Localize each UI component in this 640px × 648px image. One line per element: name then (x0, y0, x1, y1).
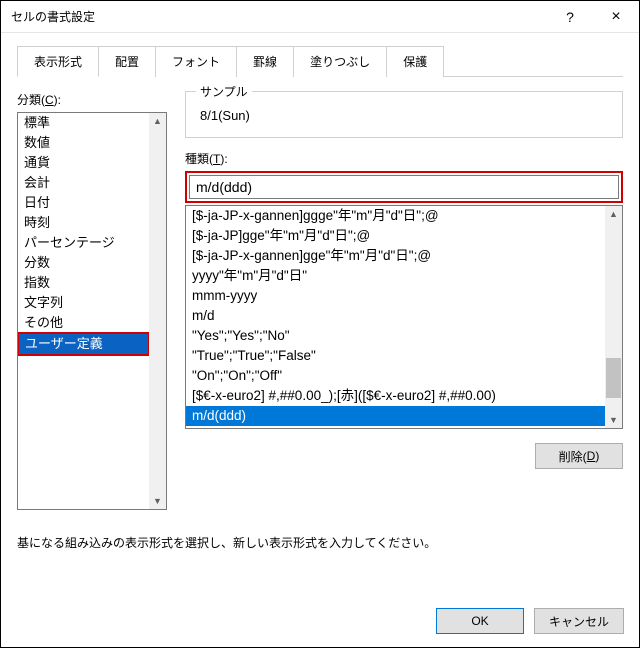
help-button[interactable]: ? (547, 1, 593, 33)
close-button[interactable]: × (593, 1, 639, 33)
window-title: セルの書式設定 (11, 8, 547, 25)
tab-4[interactable]: 塗りつぶし (293, 46, 387, 77)
type-list-item[interactable]: m/d(ddd) (186, 406, 605, 426)
type-list[interactable]: [$-ja-JP-x-gannen]ggge"年"m"月"d"日";@[$-ja… (185, 205, 623, 429)
category-item[interactable]: 通貨 (18, 153, 149, 173)
titlebar: セルの書式設定 ? × (1, 1, 639, 33)
category-item[interactable]: 日付 (18, 193, 149, 213)
type-list-item[interactable]: "On";"On";"Off" (186, 366, 605, 386)
category-item[interactable]: 指数 (18, 273, 149, 293)
type-list-item[interactable]: [$€-x-euro2] #,##0.00_);[赤]([$€-x-euro2]… (186, 386, 605, 406)
tab-3[interactable]: 罫線 (236, 46, 294, 77)
ok-button[interactable]: OK (436, 608, 524, 634)
tab-0[interactable]: 表示形式 (17, 46, 99, 77)
type-list-item[interactable]: yyyy"年"m"月"d"日" (186, 266, 605, 286)
delete-button[interactable]: 削除(D) (535, 443, 623, 469)
sample-value: 8/1(Sun) (198, 102, 610, 129)
hint-text: 基になる組み込みの表示形式を選択し、新しい表示形式を入力してください。 (17, 534, 623, 551)
category-item[interactable]: 時刻 (18, 213, 149, 233)
scroll-thumb[interactable] (606, 358, 621, 398)
category-item[interactable]: 標準 (18, 113, 149, 133)
category-item[interactable]: ユーザー定義 (19, 334, 148, 354)
tab-2[interactable]: フォント (155, 46, 237, 77)
type-list-item[interactable]: "Yes";"Yes";"No" (186, 326, 605, 346)
category-item[interactable]: 会計 (18, 173, 149, 193)
sample-group: サンプル 8/1(Sun) (185, 91, 623, 138)
category-item[interactable]: パーセンテージ (18, 233, 149, 253)
type-list-item[interactable]: mmm-yyyy (186, 286, 605, 306)
category-label: 分類(C): (17, 91, 167, 108)
tab-1[interactable]: 配置 (98, 46, 156, 77)
tabs: 表示形式配置フォント罫線塗りつぶし保護 (17, 45, 623, 77)
category-list[interactable]: 標準数値通貨会計日付時刻パーセンテージ分数指数文字列その他ユーザー定義 ▲ ▼ (17, 112, 167, 510)
type-input-highlight: m/d(ddd) (185, 171, 623, 203)
type-input[interactable]: m/d(ddd) (189, 175, 619, 199)
category-item[interactable]: 文字列 (18, 293, 149, 313)
scroll-down-icon[interactable]: ▼ (153, 493, 162, 509)
category-scrollbar[interactable]: ▲ ▼ (149, 113, 166, 509)
type-scrollbar[interactable]: ▲ ▼ (605, 206, 622, 428)
scroll-up-icon[interactable]: ▲ (609, 206, 618, 222)
type-list-item[interactable]: m/d (186, 306, 605, 326)
cancel-button[interactable]: キャンセル (534, 608, 624, 634)
type-list-item[interactable]: [$-ja-JP-x-gannen]ggge"年"m"月"d"日";@ (186, 206, 605, 226)
type-list-item[interactable]: "True";"True";"False" (186, 346, 605, 366)
category-item[interactable]: その他 (18, 313, 149, 333)
scroll-down-icon[interactable]: ▼ (609, 412, 618, 428)
scroll-up-icon[interactable]: ▲ (153, 113, 162, 129)
category-item[interactable]: 数値 (18, 133, 149, 153)
type-label: 種類(T): (185, 150, 623, 167)
category-item[interactable]: 分数 (18, 253, 149, 273)
dialog-footer: OK キャンセル (0, 594, 640, 648)
category-item-highlight: ユーザー定義 (17, 332, 150, 356)
tab-5[interactable]: 保護 (386, 46, 444, 77)
sample-label: サンプル (196, 83, 252, 100)
type-list-item[interactable]: [$-ja-JP-x-gannen]gge"年"m"月"d"日";@ (186, 246, 605, 266)
type-list-item[interactable]: [$-ja-JP]gge"年"m"月"d"日";@ (186, 226, 605, 246)
